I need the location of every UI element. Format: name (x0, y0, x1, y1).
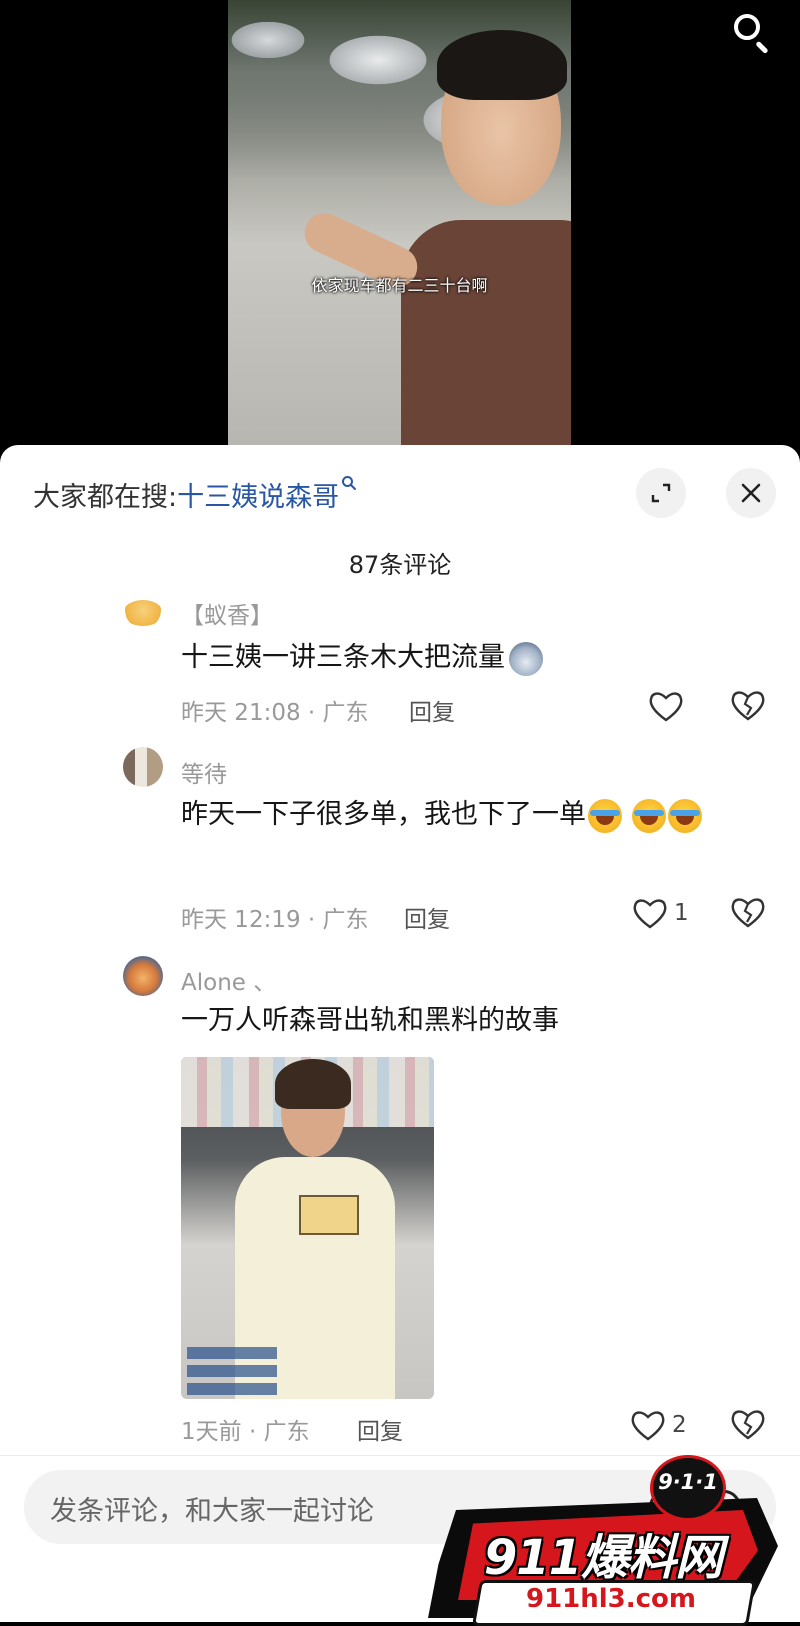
dislike-button[interactable] (730, 688, 766, 724)
wolf-emoji-icon (509, 641, 543, 676)
heart-icon (649, 692, 683, 722)
broken-heart-icon (731, 1410, 765, 1440)
comment-text: 一万人听森哥出轨和黑料的故事 (181, 1005, 559, 1036)
watermark-logo: 911爆料网 911hl3.com 9·1·1 (418, 1450, 778, 1626)
close-button[interactable] (726, 468, 776, 518)
comment-text: 昨天一下子很多单，我也下了一单 (181, 791, 741, 839)
comment-username[interactable]: Alone 、 (181, 963, 276, 997)
expand-button[interactable] (636, 468, 686, 518)
laugh-cry-emoji-icon (632, 798, 666, 833)
broken-heart-icon (731, 898, 765, 928)
comment-meta: 1天前 · 广东 (181, 1419, 310, 1445)
avatar[interactable] (123, 747, 163, 787)
trending-search[interactable]: 大家都在搜:十三姨说森哥 (33, 475, 357, 514)
like-count: 1 (674, 900, 689, 926)
comment-text: 十三姨一讲三条木大把流量 (181, 634, 543, 682)
watermark-title: 911爆料网 (483, 1530, 723, 1586)
trending-search-term[interactable]: 十三姨说森哥 (177, 482, 339, 513)
comment-input-placeholder: 发条评论，和大家一起讨论 (50, 1496, 374, 1527)
comment-username[interactable]: 等待 (181, 755, 227, 789)
dislike-button[interactable] (730, 1407, 766, 1443)
reply-button[interactable]: 回复 (404, 900, 450, 934)
watermark-url: 911hl3.com (525, 1584, 697, 1614)
heart-icon (631, 1411, 665, 1441)
comment-meta: 昨天 21:08 · 广东 (181, 700, 369, 726)
video-player[interactable]: 依家现车都有二三十台啊 (0, 0, 800, 445)
comment-username[interactable]: 【蚁香】 (181, 596, 273, 630)
close-icon (741, 483, 761, 503)
reply-button[interactable]: 回复 (357, 1412, 403, 1446)
like-count: 2 (672, 1412, 687, 1438)
laugh-cry-emoji-icon (668, 798, 702, 833)
video-subtitle: 依家现车都有二三十台啊 (311, 276, 488, 295)
heart-icon (633, 899, 667, 929)
comment-text-body: 十三姨一讲三条木大把流量 (181, 642, 505, 673)
trending-search-prefix: 大家都在搜: (33, 482, 178, 513)
like-button[interactable]: 1 (632, 895, 689, 931)
small-search-icon (341, 475, 357, 496)
comment-text-body: 昨天一下子很多单，我也下了一单 (181, 799, 586, 830)
laugh-cry-emoji-icon (588, 798, 622, 833)
reply-button[interactable]: 回复 (409, 693, 455, 727)
like-button[interactable]: 2 (630, 1407, 687, 1443)
dislike-button[interactable] (730, 895, 766, 931)
expand-icon (651, 483, 671, 503)
avatar[interactable] (123, 956, 163, 996)
comment-count: 87条评论 (348, 551, 452, 579)
avatar[interactable] (123, 600, 163, 626)
watermark-badge: 9·1·1 (658, 1470, 718, 1494)
like-button[interactable] (648, 688, 690, 724)
search-icon[interactable] (730, 10, 774, 55)
video-frame: 依家现车都有二三十台啊 (228, 0, 571, 445)
comment-image[interactable] (181, 1057, 434, 1399)
comment-meta: 昨天 12:19 · 广东 (181, 907, 369, 933)
video-person (298, 30, 571, 445)
broken-heart-icon (731, 691, 765, 721)
